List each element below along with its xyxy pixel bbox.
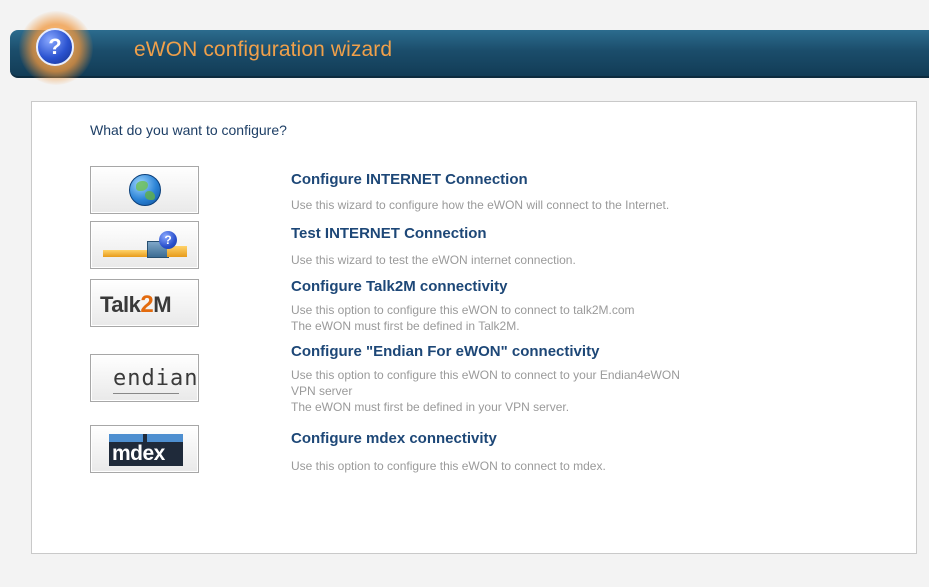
desc-line: VPN server bbox=[291, 384, 353, 398]
wizard-header: eWON configuration wizard bbox=[10, 30, 929, 78]
talk2m-logo-two: 2 bbox=[140, 291, 154, 318]
talk2m-desc: Use this option to configure this eWON t… bbox=[291, 302, 811, 334]
globe-icon bbox=[129, 174, 161, 206]
talk2m-logo-text: Talk bbox=[100, 292, 141, 317]
desc-line: The eWON must first be defined in your V… bbox=[291, 400, 570, 414]
endian-button[interactable]: endian bbox=[90, 354, 199, 402]
mdex-desc: Use this option to configure this eWON t… bbox=[291, 458, 811, 474]
question-icon: ? bbox=[159, 231, 177, 249]
help-badge[interactable]: ? bbox=[19, 11, 93, 85]
desc-line: Use this option to configure this eWON t… bbox=[291, 368, 680, 382]
connection-test-icon: ? bbox=[103, 230, 188, 262]
configure-internet-link[interactable]: Configure INTERNET Connection bbox=[291, 171, 528, 188]
desc-line: Use this wizard to configure how the eWO… bbox=[291, 198, 670, 212]
talk2m-logo: Talk2M bbox=[100, 291, 172, 319]
desc-line: Use this wizard to test the eWON interne… bbox=[291, 253, 576, 267]
wizard-panel: What do you want to configure? Configure… bbox=[31, 101, 917, 554]
test-internet-button[interactable]: ? bbox=[90, 221, 199, 269]
mdex-link[interactable]: Configure mdex connectivity bbox=[291, 430, 497, 447]
help-icon[interactable]: ? bbox=[36, 28, 74, 66]
mdex-logo: mdex bbox=[109, 434, 183, 466]
test-internet-desc: Use this wizard to test the eWON interne… bbox=[291, 252, 811, 268]
desc-line: The eWON must first be defined in Talk2M… bbox=[291, 319, 520, 333]
header-title: eWON configuration wizard bbox=[134, 38, 393, 61]
endian-desc: Use this option to configure this eWON t… bbox=[291, 367, 811, 415]
mdex-button[interactable]: mdex bbox=[90, 425, 199, 473]
configure-internet-desc: Use this wizard to configure how the eWO… bbox=[291, 197, 811, 213]
talk2m-button[interactable]: Talk2M bbox=[90, 279, 199, 327]
desc-line: Use this option to configure this eWON t… bbox=[291, 459, 606, 473]
question-label: What do you want to configure? bbox=[90, 122, 287, 138]
talk2m-link[interactable]: Configure Talk2M connectivity bbox=[291, 278, 507, 295]
talk2m-logo-m: M bbox=[153, 292, 172, 317]
mdex-logo-text: mdex bbox=[112, 442, 165, 465]
endian-logo: endian bbox=[113, 366, 199, 391]
endian-link[interactable]: Configure "Endian For eWON" connectivity bbox=[291, 343, 599, 360]
test-internet-link[interactable]: Test INTERNET Connection bbox=[291, 225, 487, 242]
configure-internet-button[interactable] bbox=[90, 166, 199, 214]
desc-line: Use this option to configure this eWON t… bbox=[291, 303, 635, 317]
